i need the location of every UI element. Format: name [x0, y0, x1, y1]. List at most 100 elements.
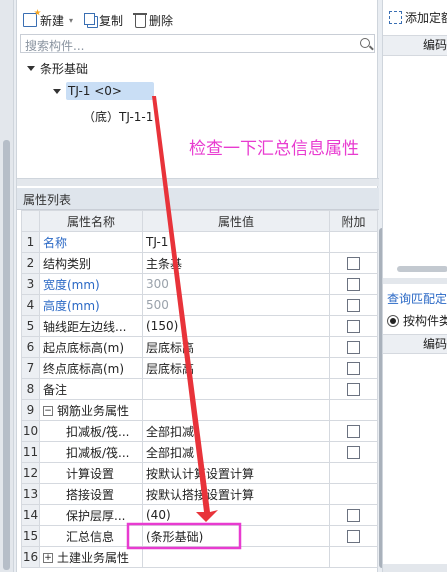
table-row[interactable]: 2 结构类别 主条基: [21, 252, 378, 274]
delete-button[interactable]: 删除: [133, 12, 173, 29]
property-name: 高度(mm): [39, 294, 143, 316]
copy-button-label: 复制: [99, 13, 124, 28]
property-value[interactable]: 全部扣减: [142, 441, 330, 463]
extra-checkbox[interactable]: [347, 278, 360, 291]
extra-checkbox[interactable]: [347, 509, 360, 522]
property-name: 扣减板/筏...: [39, 441, 143, 463]
property-extra: [329, 315, 378, 337]
property-value[interactable]: (150): [142, 315, 330, 337]
property-value[interactable]: 按默认计算设置计算: [142, 462, 330, 484]
property-value[interactable]: 500: [142, 294, 330, 316]
property-extra: [329, 231, 378, 253]
left-gutter-scrollbar[interactable]: [0, 0, 14, 572]
extra-checkbox[interactable]: [347, 530, 360, 543]
property-extra: [329, 399, 378, 421]
property-value[interactable]: TJ-1: [142, 231, 330, 253]
table-row[interactable]: 3 宽度(mm) 300: [21, 273, 378, 295]
property-name: 宽度(mm): [39, 273, 143, 295]
expand-triangle-icon[interactable]: [27, 65, 35, 71]
property-name: 结构类别: [39, 252, 143, 274]
tree-node-grandchild-label: （底）TJ-1-1: [83, 109, 154, 124]
property-extra: [329, 294, 378, 316]
extra-checkbox[interactable]: [347, 446, 360, 459]
col-header-value: 属性值: [142, 210, 330, 232]
extra-checkbox[interactable]: [347, 425, 360, 438]
copy-button[interactable]: 复制: [84, 12, 124, 29]
property-value[interactable]: 300: [142, 273, 330, 295]
property-value[interactable]: 层底标高: [142, 357, 330, 379]
property-extra: [329, 525, 378, 547]
property-value[interactable]: [142, 378, 330, 400]
property-name-label: 计算设置: [66, 466, 115, 481]
table-row[interactable]: 7 终点底标高(m) 层底标高: [21, 357, 378, 379]
table-row[interactable]: 1 名称 TJ-1: [21, 231, 378, 253]
extra-checkbox[interactable]: [347, 320, 360, 333]
extra-checkbox[interactable]: [347, 257, 360, 270]
table-row[interactable]: 8 备注: [21, 378, 378, 400]
app-window: 新建 ▾ 复制 删除 搜索构件... 条形基础 TJ-1 <0> （底）TJ-1…: [0, 0, 447, 572]
table-row[interactable]: 14 保护层厚... (40): [21, 504, 378, 526]
trash-icon: [133, 12, 148, 28]
table-row[interactable]: 13 搭接设置 按默认搭接设置计算: [21, 483, 378, 505]
panel-divider[interactable]: [383, 278, 447, 284]
property-value[interactable]: (条形基础): [142, 525, 330, 547]
property-extra: [329, 420, 378, 442]
property-extra: [329, 462, 378, 484]
component-panel: 新建 ▾ 复制 删除 搜索构件... 条形基础 TJ-1 <0> （底）TJ-1…: [16, 0, 386, 572]
tree-node-root-label: 条形基础: [40, 61, 89, 76]
property-value[interactable]: (40): [142, 504, 330, 526]
extra-checkbox[interactable]: [347, 383, 360, 396]
property-extra: [329, 357, 378, 379]
extra-checkbox[interactable]: [347, 362, 360, 375]
by-type-radio-label: 按构件类型: [403, 314, 447, 328]
new-button[interactable]: 新建 ▾: [23, 12, 73, 29]
table-row[interactable]: 16 + 土建业务属性: [21, 546, 378, 568]
property-extra: [329, 483, 378, 505]
table-row[interactable]: 11 扣减板/筏... 全部扣减: [21, 441, 378, 463]
row-number: 16: [21, 546, 40, 568]
quota-code-header: 编码: [383, 36, 447, 56]
radio-selected-icon[interactable]: [387, 314, 399, 327]
row-number: 8: [21, 378, 40, 400]
property-value[interactable]: [142, 399, 330, 421]
extra-checkbox[interactable]: [347, 341, 360, 354]
extra-checkbox[interactable]: [347, 299, 360, 312]
property-value[interactable]: 全部扣减: [142, 420, 330, 442]
query-match-link[interactable]: 查询匹配定额: [387, 290, 447, 307]
expand-triangle-icon[interactable]: [53, 88, 61, 94]
table-row[interactable]: 9− 钢筋业务属性: [21, 399, 378, 421]
search-input[interactable]: 搜索构件...: [20, 34, 375, 53]
property-value[interactable]: 层底标高: [142, 336, 330, 358]
property-name-label: 高度(mm): [43, 298, 100, 313]
property-name-label: 终点底标高(m): [43, 361, 125, 376]
table-row[interactable]: 15 汇总信息 (条形基础): [21, 525, 378, 547]
add-quota-button[interactable]: 添加定额: [383, 0, 447, 36]
property-name-label: 汇总信息: [66, 529, 115, 544]
table-row[interactable]: 4 高度(mm) 500: [21, 294, 378, 316]
property-value[interactable]: [142, 546, 330, 568]
property-name: 备注: [39, 378, 143, 400]
tree-node-root[interactable]: 条形基础: [27, 58, 88, 78]
table-row[interactable]: 12 计算设置 按默认计算设置计算: [21, 462, 378, 484]
property-name-label: 备注: [43, 382, 68, 397]
quota-hscroll-thumb[interactable]: [397, 266, 447, 272]
tree-node-child[interactable]: TJ-1 <0>: [53, 81, 154, 101]
gutter-scroll-thumb[interactable]: [3, 140, 10, 570]
tree-node-grandchild[interactable]: （底）TJ-1-1: [83, 106, 153, 126]
bottom-scrollbar[interactable]: [383, 564, 447, 572]
add-quota-icon: [389, 11, 402, 24]
table-row[interactable]: 5 轴线距左边线... (150): [21, 315, 378, 337]
property-name: 计算设置: [39, 462, 143, 484]
table-row[interactable]: 10 扣减板/筏... 全部扣减: [21, 420, 378, 442]
chevron-down-icon[interactable]: ▾: [69, 16, 73, 25]
row-number: 12: [21, 462, 40, 484]
expand-icon[interactable]: +: [43, 553, 53, 563]
property-value[interactable]: 主条基: [142, 252, 330, 274]
panel-divider[interactable]: [17, 178, 379, 186]
collapse-icon[interactable]: −: [43, 406, 53, 416]
property-value[interactable]: 按默认搭接设置计算: [142, 483, 330, 505]
row-number: 11: [21, 441, 40, 463]
table-row[interactable]: 6 起点底标高(m) 层底标高: [21, 336, 378, 358]
by-type-radio[interactable]: 按构件类型: [387, 312, 447, 329]
search-icon[interactable]: [360, 38, 370, 48]
